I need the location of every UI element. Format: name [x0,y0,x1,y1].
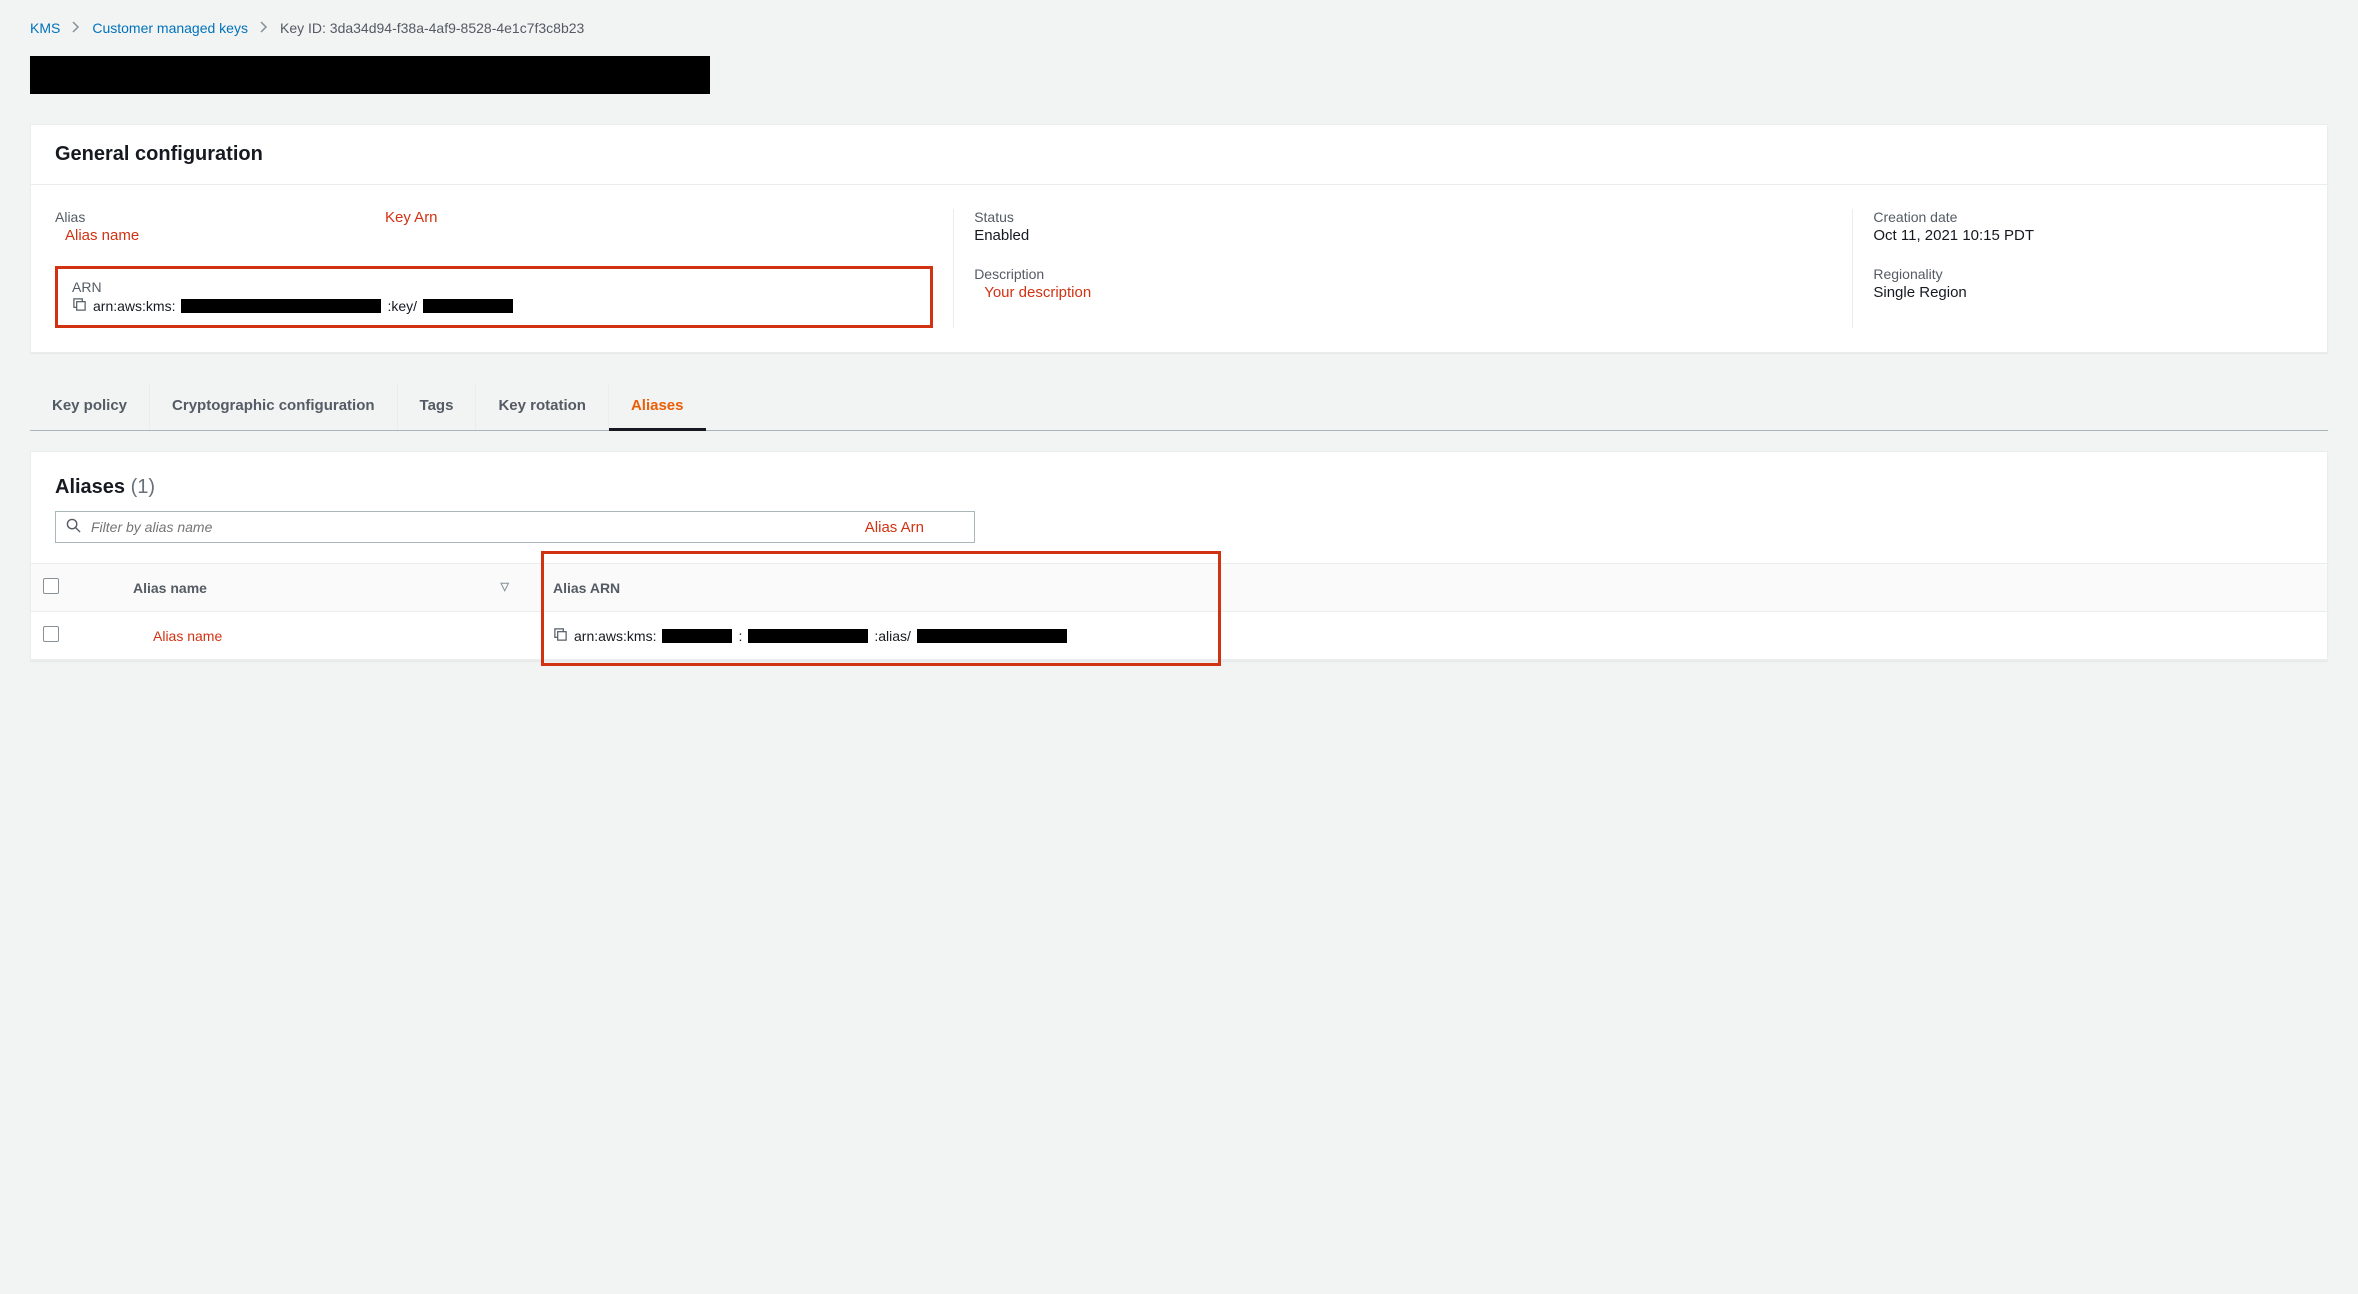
chevron-right-icon [260,20,268,36]
breadcrumb-cmk[interactable]: Customer managed keys [92,20,248,36]
arn-value: arn:aws:kms: :key/ [72,297,916,315]
tab-crypto-config[interactable]: Cryptographic configuration [150,383,398,430]
tab-tags[interactable]: Tags [398,383,477,430]
search-icon [66,518,81,536]
aliases-table: Alias name ▽ Alias ARN Alias name [31,563,2327,660]
aliases-heading: Aliases (1) [55,476,2303,499]
aliases-panel: Aliases (1) Alias Arn [30,451,2328,661]
alias-label: Alias [55,209,933,225]
alias-arn-annotation: Alias Arn [865,519,924,536]
redacted-alias [917,629,1067,643]
status-value: Enabled [974,227,1832,244]
regionality-value: Single Region [1873,284,2303,301]
row-arn-prefix: arn:aws:kms: [574,628,656,644]
status-label: Status [974,209,1832,225]
arn-text-prefix: arn:aws:kms: [93,298,175,314]
row-alias-name[interactable]: Alias name [93,628,222,644]
page-title-redacted [30,56,710,94]
alias-value: Alias name [55,227,933,244]
breadcrumb-current: Key ID: 3da34d94-f38a-4af9-8528-4e1c7f3c… [280,20,584,36]
tab-key-rotation[interactable]: Key rotation [476,383,609,430]
row-arn-sep2: :alias/ [874,628,911,644]
row-alias-arn: arn:aws:kms:: :alias/ [553,627,2315,645]
general-config-heading: General configuration [55,143,2303,166]
arn-highlight-box: ARN arn:aws:kms: :key/ [55,266,933,328]
redacted-account [748,629,868,643]
creation-date-label: Creation date [1873,209,2303,225]
aliases-heading-text: Aliases [55,476,125,498]
copy-icon[interactable] [553,627,568,645]
general-config-panel: General configuration Alias Alias name K… [30,124,2328,353]
copy-icon[interactable] [72,297,87,315]
redacted-region-account [181,299,381,313]
row-checkbox[interactable] [43,626,59,642]
breadcrumb-kms[interactable]: KMS [30,20,60,36]
col-alias-arn[interactable]: Alias ARN [541,564,2327,612]
tab-key-policy[interactable]: Key policy [30,383,150,430]
table-row: Alias name arn:aws:kms:: :alias/ [31,612,2327,660]
description-label: Description [974,266,1832,282]
row-arn-sep1: : [738,628,742,644]
col-alias-name[interactable]: Alias name ▽ [81,564,541,612]
breadcrumb: KMS Customer managed keys Key ID: 3da34d… [30,20,2328,36]
key-arn-annotation: Key Arn [385,209,438,226]
arn-text-mid: :key/ [387,298,417,314]
creation-date-value: Oct 11, 2021 10:15 PDT [1873,227,2303,244]
alias-filter-box[interactable]: Alias Arn [55,511,975,543]
tab-aliases[interactable]: Aliases [609,383,706,431]
arn-label: ARN [72,279,916,295]
chevron-right-icon [72,20,80,36]
description-value: Your description [974,284,1832,301]
sort-icon[interactable]: ▽ [501,580,509,593]
col-alias-arn-label: Alias ARN [553,580,620,596]
col-alias-name-label: Alias name [93,580,207,596]
key-tabs: Key policy Cryptographic configuration T… [30,383,2328,431]
redacted-region [662,629,732,643]
aliases-count: (1) [131,476,155,498]
redacted-keyid [423,299,513,313]
regionality-label: Regionality [1873,266,2303,282]
select-all-checkbox[interactable] [43,578,59,594]
alias-filter-input[interactable] [89,518,865,536]
